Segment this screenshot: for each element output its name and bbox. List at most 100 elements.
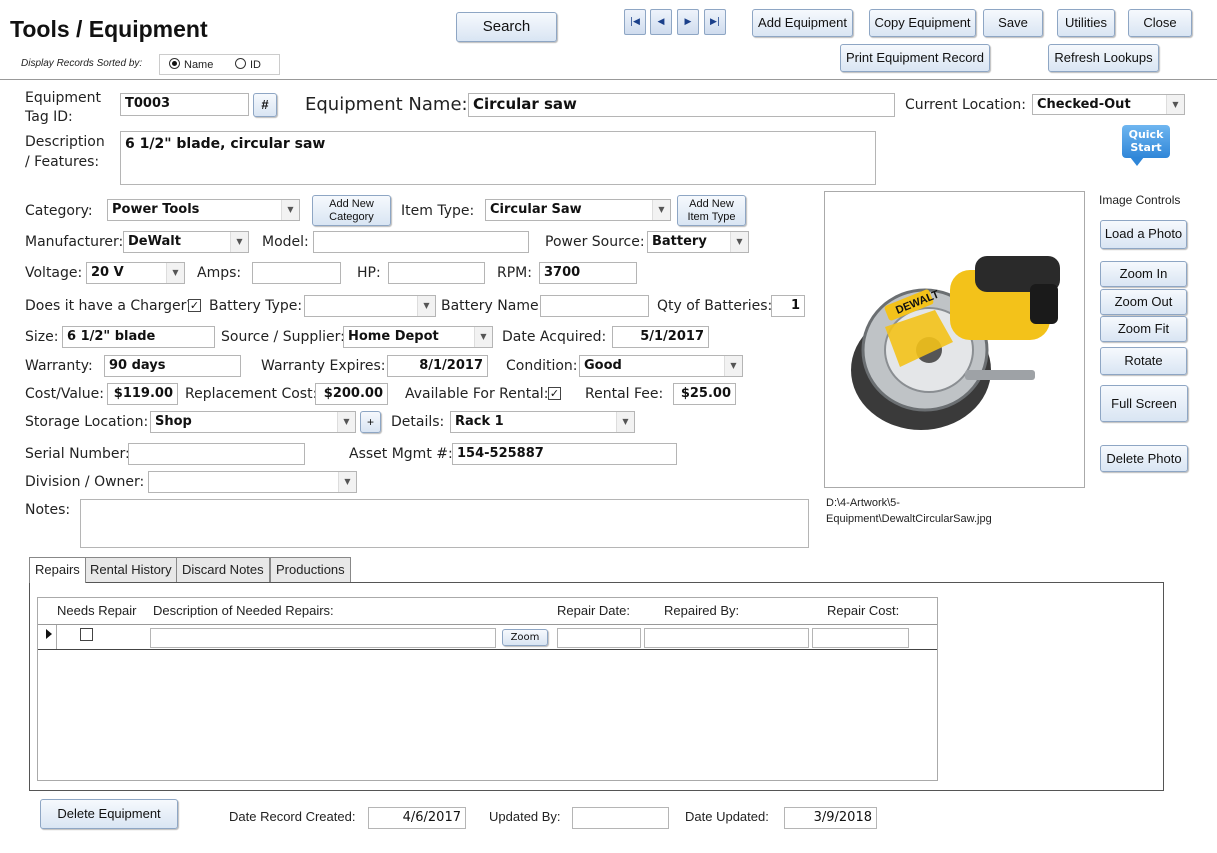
add-item-type-button[interactable]: Add New Item Type bbox=[677, 195, 746, 226]
size-field[interactable]: 6 1/2" blade bbox=[62, 326, 215, 348]
details-select[interactable]: Rack 1 ▼ bbox=[450, 411, 635, 433]
category-select[interactable]: Power Tools ▼ bbox=[107, 199, 300, 221]
chevron-down-icon: ▼ bbox=[337, 412, 355, 432]
delete-photo-button[interactable]: Delete Photo bbox=[1100, 445, 1188, 472]
warranty-field[interactable]: 90 days bbox=[104, 355, 241, 377]
tab-productions[interactable]: Productions bbox=[270, 557, 351, 582]
asset-mgmt-field[interactable]: 154-525887 bbox=[452, 443, 677, 465]
zoom-out-button[interactable]: Zoom Out bbox=[1100, 289, 1187, 315]
equipment-photo-frame: DEWALT bbox=[824, 191, 1085, 488]
condition-value: Good bbox=[584, 358, 622, 373]
voltage-select[interactable]: 20 V ▼ bbox=[86, 262, 185, 284]
manufacturer-select[interactable]: DeWalt ▼ bbox=[123, 231, 249, 253]
last-record-icon[interactable]: ▶| bbox=[704, 9, 726, 35]
amps-field[interactable] bbox=[252, 262, 341, 284]
description-field[interactable]: 6 1/2" blade, circular saw bbox=[120, 131, 876, 185]
hp-label: HP: bbox=[357, 265, 381, 281]
start-label: Start bbox=[1130, 141, 1162, 154]
chevron-down-icon: ▼ bbox=[730, 232, 748, 252]
cost-value-field[interactable]: $119.00 bbox=[107, 383, 178, 405]
battery-type-select[interactable]: ▼ bbox=[304, 295, 436, 317]
add-equipment-button[interactable]: Add Equipment bbox=[752, 9, 853, 37]
division-owner-select[interactable]: ▼ bbox=[148, 471, 357, 493]
power-source-label: Power Source: bbox=[545, 234, 645, 250]
first-record-icon[interactable]: |◀ bbox=[624, 9, 646, 35]
record-selector-divider bbox=[56, 625, 57, 649]
qty-batteries-label: Qty of Batteries: bbox=[657, 298, 773, 314]
equipment-name-label: Equipment Name: bbox=[305, 94, 468, 115]
warranty-label: Warranty: bbox=[25, 358, 93, 374]
source-label: Source / Supplier: bbox=[221, 329, 345, 345]
needs-repair-checkbox[interactable] bbox=[80, 628, 93, 641]
sort-id-radio[interactable]: ID bbox=[235, 58, 261, 71]
rotate-button[interactable]: Rotate bbox=[1100, 347, 1187, 375]
power-source-select[interactable]: Battery ▼ bbox=[647, 231, 749, 253]
sort-id-label: ID bbox=[250, 59, 261, 71]
tab-discard-notes[interactable]: Discard Notes bbox=[176, 557, 270, 582]
quick-start-button[interactable]: Quick Start bbox=[1122, 125, 1170, 158]
qty-batteries-field[interactable]: 1 bbox=[771, 295, 805, 317]
storage-location-select[interactable]: Shop ▼ bbox=[150, 411, 356, 433]
source-value: Home Depot bbox=[348, 329, 439, 344]
chevron-down-icon: ▼ bbox=[281, 200, 299, 220]
rpm-field[interactable]: 3700 bbox=[539, 262, 637, 284]
load-photo-button[interactable]: Load a Photo bbox=[1100, 220, 1187, 249]
current-location-select[interactable]: Checked-Out ▼ bbox=[1032, 94, 1185, 115]
save-button[interactable]: Save bbox=[983, 9, 1043, 37]
rental-fee-field[interactable]: $25.00 bbox=[673, 383, 736, 405]
image-path-line-1: D:\4-Artwork\5- bbox=[826, 497, 900, 509]
circular-saw-image: DEWALT bbox=[851, 256, 1060, 430]
charger-checkbox[interactable]: ✓ bbox=[188, 299, 201, 312]
refresh-lookups-button[interactable]: Refresh Lookups bbox=[1048, 44, 1159, 72]
condition-select[interactable]: Good ▼ bbox=[579, 355, 743, 377]
search-button[interactable]: Search bbox=[456, 12, 557, 42]
tab-rental-history[interactable]: Rental History bbox=[84, 557, 178, 582]
charger-label: Does it have a Charger? bbox=[25, 298, 194, 314]
battery-name-field[interactable] bbox=[540, 295, 649, 317]
sort-name-radio[interactable]: Name bbox=[169, 58, 213, 71]
close-button[interactable]: Close bbox=[1128, 9, 1192, 37]
tag-id-field[interactable]: T0003 bbox=[120, 93, 249, 116]
hp-field[interactable] bbox=[388, 262, 485, 284]
chevron-down-icon: ▼ bbox=[338, 472, 356, 492]
radio-selected-icon bbox=[169, 58, 180, 69]
tab-repairs[interactable]: Repairs bbox=[29, 557, 86, 583]
notes-field[interactable] bbox=[80, 499, 809, 548]
serial-number-field[interactable] bbox=[128, 443, 305, 465]
add-category-button[interactable]: Add New Category bbox=[312, 195, 391, 226]
model-field[interactable] bbox=[313, 231, 529, 253]
updated-by-label: Updated By: bbox=[489, 809, 561, 824]
repair-date-field[interactable] bbox=[557, 628, 641, 648]
sort-name-label: Name bbox=[184, 59, 214, 71]
equipment-name-field[interactable]: Circular saw bbox=[468, 93, 895, 117]
delete-equipment-button[interactable]: Delete Equipment bbox=[40, 799, 178, 829]
zoom-fit-button[interactable]: Zoom Fit bbox=[1100, 316, 1187, 342]
warranty-expires-field[interactable]: 8/1/2017 bbox=[387, 355, 488, 377]
repaired-by-field[interactable] bbox=[644, 628, 809, 648]
add-category-label-2: Category bbox=[329, 210, 374, 223]
full-screen-button[interactable]: Full Screen bbox=[1100, 385, 1188, 422]
utilities-button[interactable]: Utilities bbox=[1057, 9, 1115, 37]
tag-number-button[interactable]: # bbox=[253, 93, 277, 117]
sort-label: Display Records Sorted by: bbox=[21, 58, 143, 69]
cost-value-label: Cost/Value: bbox=[25, 386, 105, 402]
available-rental-checkbox[interactable]: ✓ bbox=[548, 387, 561, 400]
copy-equipment-button[interactable]: Copy Equipment bbox=[869, 9, 976, 37]
repair-description-field[interactable] bbox=[150, 628, 496, 648]
repair-cost-field[interactable] bbox=[812, 628, 909, 648]
battery-name-label: Battery Name: bbox=[441, 298, 544, 314]
repair-zoom-button[interactable]: Zoom bbox=[502, 629, 548, 646]
next-record-icon[interactable]: ▶ bbox=[677, 9, 699, 35]
source-select[interactable]: Home Depot ▼ bbox=[343, 326, 493, 348]
date-acquired-field[interactable]: 5/1/2017 bbox=[612, 326, 709, 348]
print-record-button[interactable]: Print Equipment Record bbox=[840, 44, 990, 72]
date-created-field: 4/6/2017 bbox=[368, 807, 466, 829]
image-controls-label: Image Controls bbox=[1099, 193, 1181, 207]
replacement-cost-field[interactable]: $200.00 bbox=[315, 383, 388, 405]
add-storage-button[interactable]: + bbox=[360, 411, 381, 433]
voltage-label: Voltage: bbox=[25, 265, 83, 281]
previous-record-icon[interactable]: ◀ bbox=[650, 9, 672, 35]
item-type-select[interactable]: Circular Saw ▼ bbox=[485, 199, 671, 221]
zoom-in-button[interactable]: Zoom In bbox=[1100, 261, 1187, 287]
voltage-value: 20 V bbox=[91, 265, 124, 280]
